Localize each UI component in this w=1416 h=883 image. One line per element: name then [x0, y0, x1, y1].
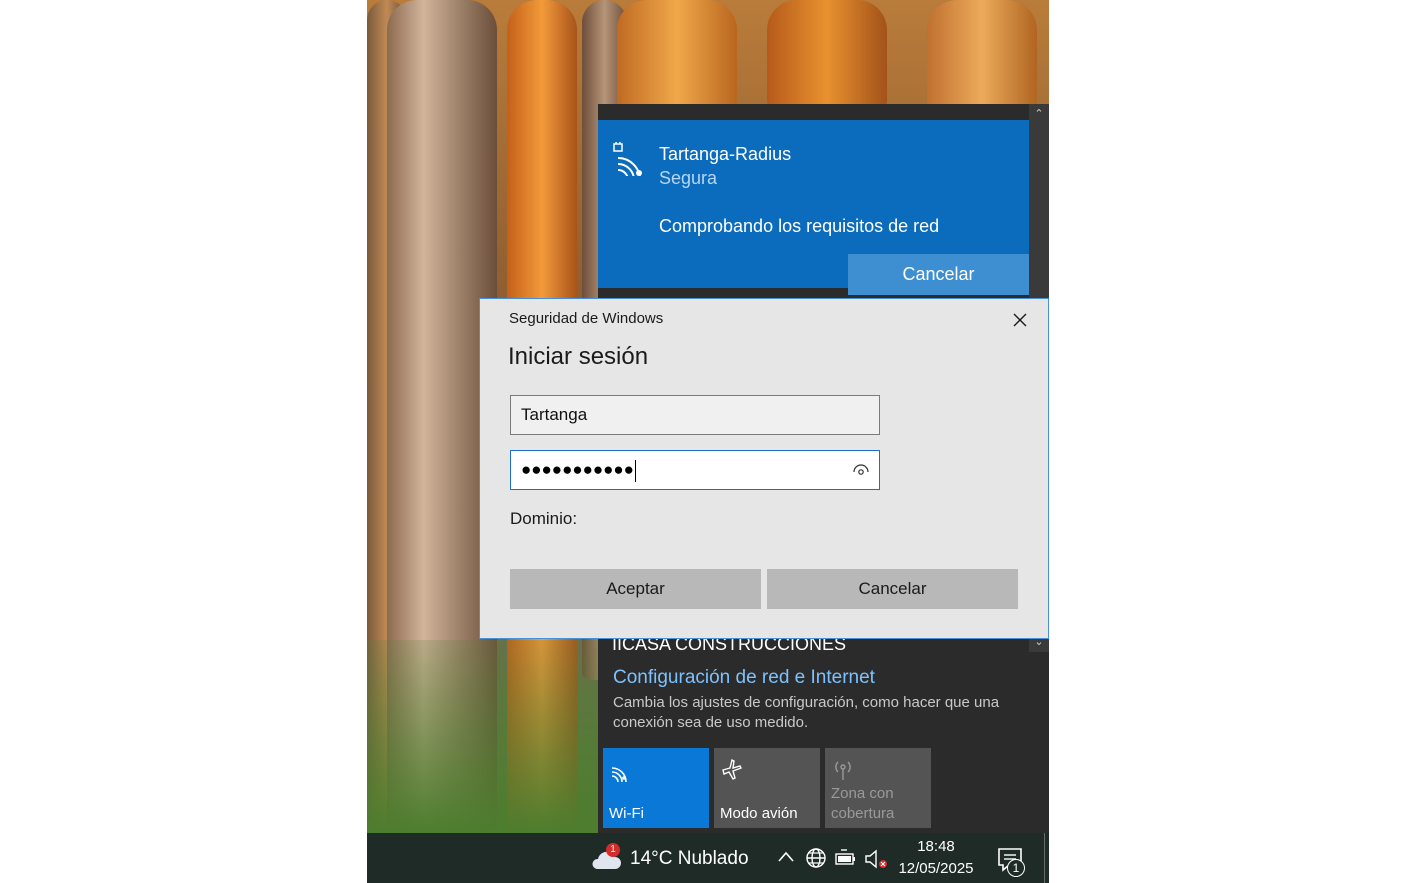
username-field[interactable]: Tartanga	[510, 395, 880, 435]
dialog-window-title: Seguridad de Windows	[509, 310, 664, 327]
eye-reveal-icon[interactable]	[853, 463, 869, 477]
weather-text[interactable]: 14°C Nublado	[630, 848, 749, 870]
network-settings-description: Cambia los ajustes de configuración, com…	[613, 694, 1000, 731]
volume-muted-icon[interactable]	[864, 848, 888, 870]
hotspot-icon	[835, 761, 851, 780]
show-desktop-divider[interactable]	[1044, 833, 1045, 883]
network-item-tartanga-radius[interactable]: Tartanga-Radius Segura Comprobando los r…	[598, 120, 1029, 295]
network-security-status: Segura	[659, 168, 718, 188]
globe-network-icon[interactable]	[805, 847, 827, 869]
taskbar: 1 14°C Nublado 18:48 12/05/2025 1	[367, 833, 1049, 883]
quick-action-wifi-label: Wi-Fi	[609, 805, 644, 822]
clock-date[interactable]: 12/05/2025	[898, 860, 974, 877]
sign-in-heading: Iniciar sesión	[508, 343, 649, 370]
password-mask: ●●●●●●●●●●●	[521, 460, 634, 479]
cancel-button[interactable]: Cancelar	[767, 569, 1018, 609]
quick-action-wifi[interactable]: Wi-Fi	[603, 748, 709, 828]
secured-wifi-icon	[613, 142, 642, 176]
windows-security-dialog: Seguridad de Windows Iniciar sesión Tart…	[479, 298, 1049, 639]
text-caret	[634, 459, 636, 482]
scroll-up-arrow-icon[interactable]: ⌃	[1029, 104, 1049, 124]
wifi-icon	[611, 767, 627, 782]
network-cancel-button[interactable]: Cancelar	[848, 254, 1029, 295]
domain-label: Dominio:	[510, 509, 578, 528]
airplane-icon	[722, 758, 742, 780]
quick-action-hotspot-label: Zona con cobertura	[831, 785, 895, 822]
close-icon[interactable]	[1005, 307, 1035, 333]
network-settings-link[interactable]: Configuración de red e Internet	[613, 667, 875, 689]
network-progress-message: Comprobando los requisitos de red	[659, 216, 940, 236]
chevron-up-icon[interactable]	[776, 847, 796, 867]
notification-count-badge: 1	[1007, 859, 1025, 877]
ok-button[interactable]: Aceptar	[510, 569, 761, 609]
clock-time[interactable]: 18:48	[898, 838, 974, 855]
quick-action-airplane-mode[interactable]: Modo avión	[714, 748, 820, 828]
battery-icon[interactable]	[835, 849, 857, 867]
quick-action-mobile-hotspot[interactable]: Zona con cobertura	[825, 748, 931, 828]
password-field[interactable]: ●●●●●●●●●●●	[510, 450, 880, 490]
network-name: Tartanga-Radius	[659, 144, 792, 164]
weather-alert-badge: 1	[606, 843, 620, 857]
quick-action-airplane-label: Modo avión	[720, 805, 798, 822]
